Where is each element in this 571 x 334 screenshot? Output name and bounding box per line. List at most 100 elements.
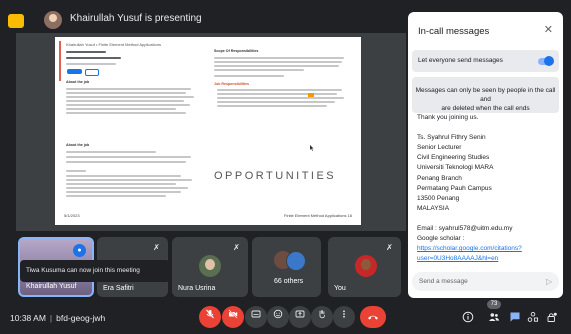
participant-tile-you[interactable]: ✗ You xyxy=(328,237,401,297)
captions-button[interactable] xyxy=(245,306,267,328)
slide-text-line xyxy=(66,175,181,177)
present-now-icon xyxy=(295,310,305,318)
join-notification-toast: Tiwa Kusuma can now join this meeting xyxy=(20,260,170,282)
message-line: Ts. Syahrul Fithry Senin xyxy=(417,134,486,142)
people-icon xyxy=(489,313,500,321)
message-line: Penang Branch xyxy=(417,174,462,182)
message-list: Thank you joining us. Ts. Syahrul Fithry… xyxy=(417,113,557,264)
message-line: 13500 Penang xyxy=(417,194,460,202)
participant-avatar xyxy=(355,255,377,277)
slide-text-line xyxy=(66,100,184,102)
end-call-icon xyxy=(368,315,378,320)
info-line: Messages can only be seen by people in t… xyxy=(415,87,556,103)
messages-info-box: Messages can only be seen by people in t… xyxy=(412,77,559,113)
slide-section-title: Job Responsibilities xyxy=(214,82,249,86)
presentation-slide: Khairullah Yusuf • Finite Element Method… xyxy=(55,37,361,225)
slide-text-line xyxy=(66,183,176,185)
slide-text-line xyxy=(66,170,86,172)
more-options-button[interactable] xyxy=(333,306,355,328)
slide-text-line xyxy=(66,195,166,197)
slide-text-line xyxy=(66,191,181,193)
toggle-knob[interactable] xyxy=(544,56,554,66)
slide-text-line xyxy=(217,105,327,107)
participant-name: Nura Usrina xyxy=(178,285,216,292)
slide-highlight xyxy=(308,93,314,97)
scholar-link[interactable]: user=0U3Ho8AAAAJ&hl=en xyxy=(417,254,557,264)
more-options-icon xyxy=(343,310,345,318)
slide-header-text: Khairullah Yusuf • Finite Element Method… xyxy=(66,42,161,47)
slide-text-line xyxy=(66,88,191,90)
message-line: Senior Lecturer xyxy=(417,144,462,152)
slide-text-line xyxy=(214,69,304,71)
message-line: Permatang Pauh Campus xyxy=(417,184,492,192)
slide-text-line xyxy=(214,61,342,63)
slide-text-line xyxy=(214,65,339,67)
slide-text-line xyxy=(66,179,192,181)
mic-off-icon: ✗ xyxy=(233,243,240,252)
message-line: Email : syahrul578@uitm.edu.my xyxy=(417,225,513,233)
participant-count-badge: 73 xyxy=(487,300,501,309)
participant-avatar xyxy=(286,251,306,271)
slide-text-line xyxy=(214,75,284,77)
host-controls-button[interactable] xyxy=(546,311,558,323)
slide-save-button xyxy=(85,69,99,76)
message-line xyxy=(417,123,557,133)
participant-tile-others[interactable]: 66 others xyxy=(252,237,321,297)
meeting-code: bfd-geog-jwh xyxy=(56,313,106,323)
chat-button[interactable] xyxy=(509,311,521,323)
activities-icon xyxy=(527,311,539,322)
emoji-button[interactable] xyxy=(267,306,289,328)
activities-button[interactable] xyxy=(527,311,539,323)
in-call-messages-panel: In-call messages ✕ Let everyone send mes… xyxy=(408,12,563,298)
mouse-cursor-icon xyxy=(310,138,314,151)
slide-text-line xyxy=(217,93,337,95)
slide-section-title: About the job xyxy=(66,143,90,147)
info-button[interactable] xyxy=(462,311,474,323)
participant-name: You xyxy=(334,285,346,292)
message-line: Universiti Teknologi MARA xyxy=(417,164,494,172)
presenter-status-text: Khairullah Yusuf is presenting xyxy=(70,13,202,24)
send-icon[interactable]: ▷ xyxy=(546,277,555,286)
raise-hand-icon xyxy=(319,310,325,319)
slide-text-line xyxy=(66,51,106,53)
end-call-button[interactable] xyxy=(360,306,386,328)
participant-tile-nura[interactable]: ✗ Nura Usrina xyxy=(172,237,248,297)
slide-text-line xyxy=(66,92,186,94)
message-line xyxy=(417,214,557,224)
scholar-link[interactable]: https://scholar.google.com/citations? xyxy=(417,244,557,254)
slide-footer-title: Finite Element Method Applications 16 xyxy=(284,213,353,218)
people-button[interactable] xyxy=(488,311,500,323)
mic-off-icon: ✗ xyxy=(153,243,160,252)
close-icon[interactable]: ✕ xyxy=(544,23,553,37)
camera-toggle-button[interactable] xyxy=(222,306,244,328)
info-icon xyxy=(462,311,474,323)
message-line: Google scholar : xyxy=(417,235,465,243)
slide-big-word: OPPORTUNITIES xyxy=(214,170,337,182)
slide-text-line xyxy=(217,97,344,99)
slide-text-line xyxy=(217,101,335,103)
slide-text-line xyxy=(66,112,186,114)
presenter-avatar xyxy=(44,11,62,29)
mic-off-icon: ✗ xyxy=(386,243,393,252)
emoji-icon xyxy=(273,309,283,319)
message-line: Civil Engineering Studies xyxy=(417,154,490,162)
participant-name: Khairullah Yusuf xyxy=(26,283,77,290)
message-input[interactable]: Send a message xyxy=(412,272,559,291)
slide-text-line xyxy=(214,57,344,59)
host-controls-icon xyxy=(547,312,557,322)
slide-accent-bar xyxy=(59,41,61,81)
raise-hand-button[interactable] xyxy=(311,306,333,328)
slide-text-line xyxy=(66,108,176,110)
slide-section-title: Scope Of Responsibilities xyxy=(214,49,259,53)
present-now-button[interactable] xyxy=(289,306,311,328)
mic-toggle-button[interactable] xyxy=(199,306,221,328)
slide-text-line xyxy=(66,96,194,98)
speaking-indicator-icon: ● xyxy=(73,244,86,257)
message-line: Thank you joining us. xyxy=(417,114,479,121)
time-label: 10:38 AM xyxy=(10,313,46,323)
participant-name: Era Safitri xyxy=(103,285,134,292)
info-line: are deleted when the call ends xyxy=(441,105,530,112)
message-line: MALAYSIA xyxy=(417,204,450,212)
meeting-info-text: 10:38 AM | bfd-geog-jwh xyxy=(10,313,105,323)
slide-text-line xyxy=(66,63,116,65)
